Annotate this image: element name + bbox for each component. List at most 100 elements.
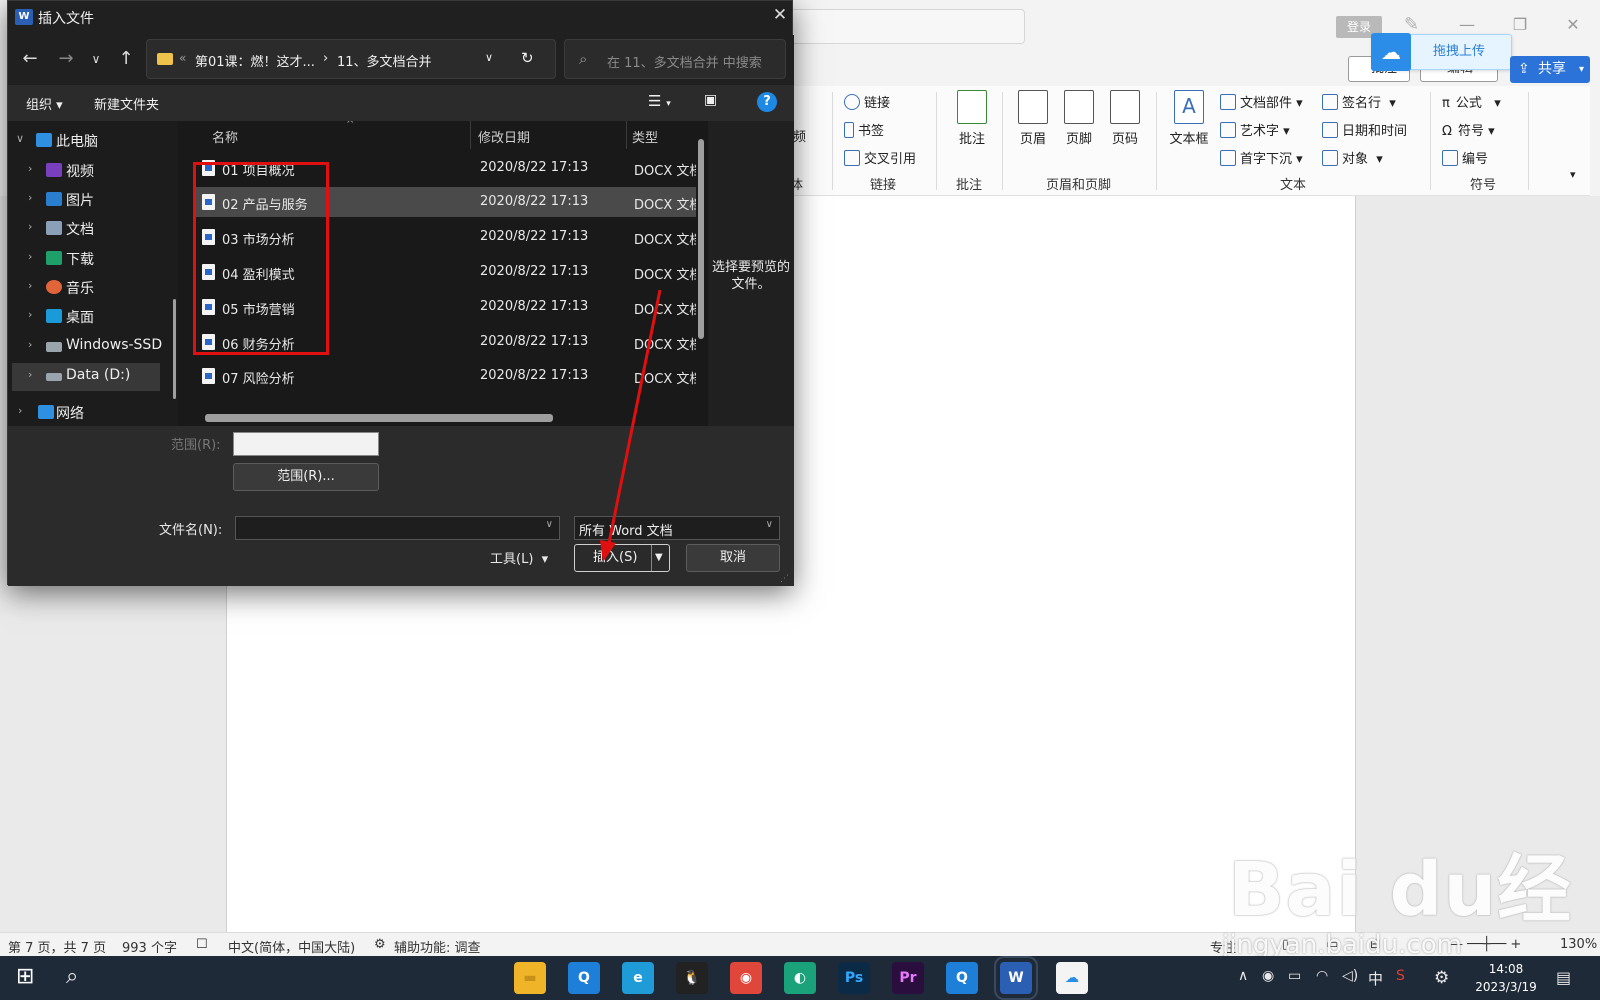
chevron-right-icon[interactable]: › bbox=[28, 191, 32, 204]
range-input[interactable] bbox=[233, 432, 379, 456]
upload-widget[interactable]: ☁ 拖拽上传 bbox=[1371, 33, 1512, 71]
date-time-button[interactable]: 日期和时间 bbox=[1322, 120, 1407, 139]
show-hidden-icons-chevron-icon[interactable]: ∧ bbox=[1238, 968, 1248, 984]
vertical-scrollbar[interactable] bbox=[698, 139, 704, 339]
nav-documents[interactable]: › 文档 bbox=[8, 215, 168, 243]
breadcrumb-overflow[interactable]: « bbox=[179, 51, 186, 65]
settings-gear-icon[interactable]: ⚙ bbox=[1434, 968, 1449, 988]
search-icon[interactable]: ⌕ bbox=[66, 964, 78, 989]
wifi-icon[interactable]: ◠ bbox=[1316, 968, 1328, 984]
search-input[interactable]: ⌕ 在 11、多文档合并 中搜索 bbox=[564, 39, 786, 79]
collapse-ribbon-icon[interactable]: ▾ bbox=[1570, 168, 1576, 181]
horizontal-scrollbar[interactable] bbox=[205, 414, 553, 422]
ime-indicator[interactable]: 中 bbox=[1368, 968, 1383, 989]
address-dropdown-icon[interactable]: ∨ bbox=[485, 51, 493, 64]
word-icon[interactable]: W bbox=[994, 956, 1038, 1000]
comment-button[interactable]: 批注 bbox=[950, 90, 994, 147]
share-button[interactable]: ⇪ 共享 ▾ bbox=[1510, 56, 1590, 83]
bookmark-button[interactable]: 书签 bbox=[844, 120, 884, 139]
notification-icon[interactable]: ▤ bbox=[1556, 968, 1571, 987]
windows-start-icon[interactable]: ⊞ bbox=[16, 964, 34, 989]
chevron-right-icon[interactable]: › bbox=[28, 279, 32, 292]
chevron-right-icon[interactable]: › bbox=[28, 220, 32, 233]
nav-this-pc[interactable]: ∨ 此电脑 bbox=[8, 127, 168, 155]
insert-button[interactable]: 插入(S) ▼ bbox=[574, 544, 670, 572]
clock[interactable]: 14:08 2023/3/19 bbox=[1470, 960, 1542, 996]
organize-button[interactable]: 组织 ▾ bbox=[26, 94, 63, 113]
range-button[interactable]: 范围(R)... bbox=[233, 463, 379, 491]
browser-q-icon[interactable]: Q bbox=[568, 962, 600, 994]
tools-button[interactable]: 工具(L) ▾ bbox=[490, 548, 548, 567]
chevron-right-icon[interactable]: › bbox=[28, 250, 32, 263]
back-arrow-icon[interactable]: ← bbox=[18, 47, 42, 71]
volume-icon[interactable]: ◁) bbox=[1342, 968, 1358, 984]
close-window-icon[interactable]: ✕ bbox=[1558, 12, 1588, 38]
textbox-button[interactable]: A 文本框 bbox=[1166, 90, 1212, 147]
page-number-button[interactable]: 页码 bbox=[1104, 90, 1146, 147]
baidu-netdisk-icon[interactable]: ☁ bbox=[1056, 962, 1088, 994]
accessibility-status[interactable]: 辅助功能: 调查 bbox=[394, 937, 481, 956]
help-icon[interactable]: ? bbox=[757, 92, 777, 112]
up-arrow-icon[interactable]: ↑ bbox=[114, 47, 138, 71]
nav-network[interactable]: › 网络 bbox=[8, 399, 168, 426]
link-button[interactable]: 链接 bbox=[844, 92, 890, 111]
cancel-button[interactable]: 取消 bbox=[686, 544, 780, 572]
column-name[interactable]: 名称 bbox=[212, 127, 238, 146]
chevron-right-icon[interactable]: › bbox=[28, 308, 32, 321]
nav-windows-ssd[interactable]: › Windows-SSD bbox=[8, 333, 168, 361]
column-type[interactable]: 类型 bbox=[632, 127, 658, 146]
filename-input[interactable]: ∨ bbox=[235, 516, 560, 540]
battery-icon[interactable]: ▭ bbox=[1288, 968, 1301, 984]
wordart-button[interactable]: 艺术字 ▾ bbox=[1220, 120, 1290, 139]
insert-dropdown-icon[interactable]: ▼ bbox=[655, 545, 663, 571]
qq-icon[interactable]: 🐧 bbox=[676, 962, 708, 994]
address-bar[interactable]: « 第01课：燃！这才... › 11、多文档合并 ∨ ↻ bbox=[146, 39, 556, 79]
chevron-right-icon[interactable]: › bbox=[28, 368, 32, 381]
file-explorer-icon[interactable]: ▬ bbox=[514, 962, 546, 994]
footer-button[interactable]: 页脚 bbox=[1058, 90, 1100, 147]
nav-desktop[interactable]: › 桌面 bbox=[8, 303, 168, 331]
forward-arrow-icon[interactable]: → bbox=[54, 47, 78, 71]
nav-downloads[interactable]: › 下载 bbox=[8, 245, 168, 273]
new-folder-button[interactable]: 新建文件夹 bbox=[94, 94, 159, 113]
equation-button[interactable]: π 公式 ▾ bbox=[1442, 92, 1501, 111]
premiere-icon[interactable]: Pr bbox=[892, 962, 924, 994]
edge-icon[interactable]: e bbox=[622, 962, 654, 994]
word-search-box[interactable] bbox=[780, 9, 1025, 44]
signature-line-button[interactable]: 签名行 ▾ bbox=[1322, 92, 1396, 111]
filetype-select[interactable]: 所有 Word 文档 ∨ bbox=[574, 516, 780, 540]
nav-scrollbar[interactable] bbox=[173, 299, 176, 399]
file-row[interactable]: 07 风险分析 2020/8/22 17:13 DOCX 文档 bbox=[196, 361, 696, 391]
nav-music[interactable]: › 音乐 bbox=[8, 274, 168, 302]
proofing-icon[interactable]: ☐ bbox=[196, 937, 208, 952]
nav-pictures[interactable]: › 图片 bbox=[8, 186, 168, 214]
view-options-icon[interactable]: ☰ ▾ bbox=[648, 92, 671, 110]
sogou-ime-icon[interactable]: S bbox=[1396, 968, 1405, 984]
photoshop-icon[interactable]: Ps bbox=[838, 962, 870, 994]
refresh-icon[interactable]: ↻ bbox=[521, 49, 534, 67]
edge-dev-icon[interactable]: ◐ bbox=[784, 962, 816, 994]
chevron-down-icon[interactable]: ∨ bbox=[546, 519, 553, 530]
nav-data-d[interactable]: › Data (D:) bbox=[12, 363, 160, 391]
symbol-button[interactable]: Ω 符号 ▾ bbox=[1442, 120, 1495, 139]
column-divider[interactable] bbox=[626, 121, 627, 149]
breadcrumb-root[interactable]: 第01课：燃！这才... bbox=[195, 51, 315, 70]
language[interactable]: 中文(简体，中国大陆) bbox=[228, 937, 355, 956]
resize-grip-icon[interactable]: ⋰ bbox=[780, 574, 789, 584]
breadcrumb-current[interactable]: 11、多文档合并 bbox=[337, 51, 432, 70]
nav-videos[interactable]: › 视频 bbox=[8, 157, 168, 185]
chrome-icon[interactable]: ◉ bbox=[730, 962, 762, 994]
chevron-right-icon[interactable]: › bbox=[28, 338, 32, 351]
quick-parts-button[interactable]: 文档部件 ▾ bbox=[1220, 92, 1303, 111]
chevron-right-icon[interactable]: › bbox=[28, 162, 32, 175]
numbering-button[interactable]: 编号 bbox=[1442, 148, 1488, 167]
chevron-right-icon[interactable]: › bbox=[18, 404, 22, 417]
tray-app-icon[interactable]: ◉ bbox=[1262, 968, 1274, 984]
word-count[interactable]: 993 个字 bbox=[122, 937, 177, 956]
expanded-chevron-icon[interactable]: ∨ bbox=[16, 132, 24, 145]
browser-q-2-icon[interactable]: Q bbox=[946, 962, 978, 994]
drop-cap-button[interactable]: 首字下沉 ▾ bbox=[1220, 148, 1303, 167]
object-button[interactable]: 对象 ▾ bbox=[1322, 148, 1383, 167]
close-icon[interactable]: ✕ bbox=[768, 5, 792, 25]
preview-pane-icon[interactable]: ▣ bbox=[704, 92, 717, 108]
